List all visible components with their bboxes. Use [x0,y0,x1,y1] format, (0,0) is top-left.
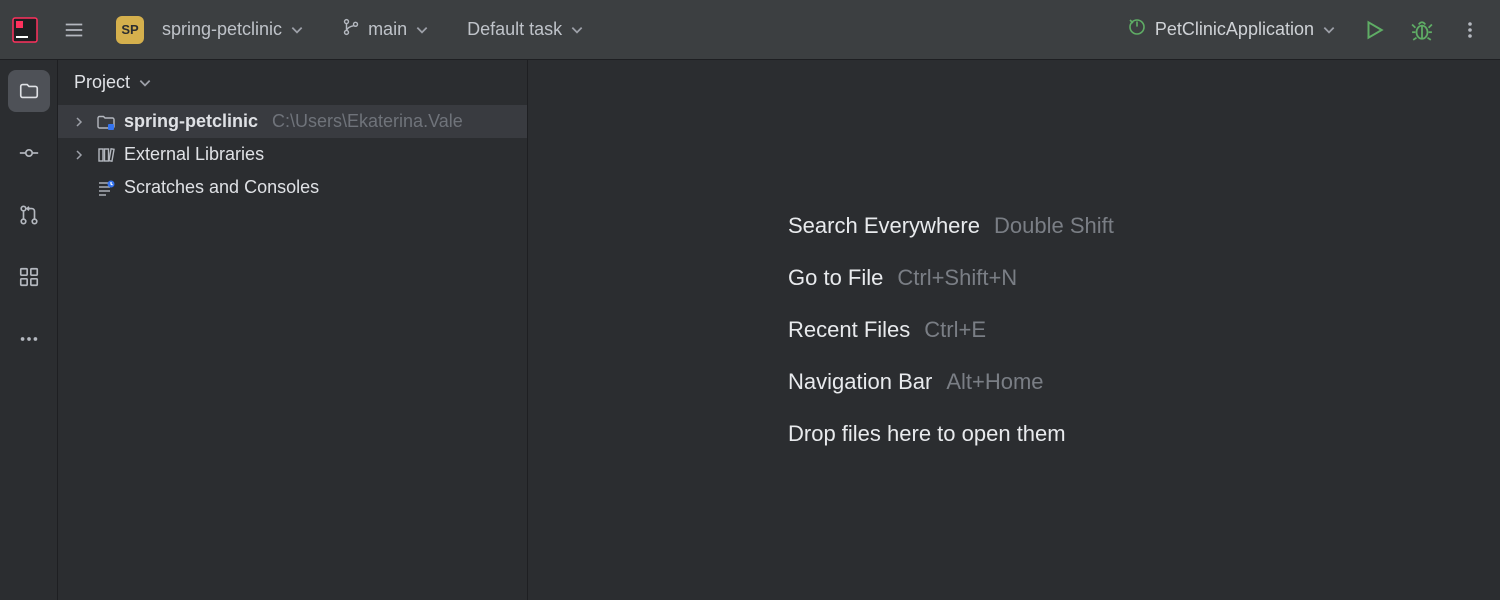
run-button[interactable] [1354,10,1394,50]
project-name-label: spring-petclinic [162,19,282,40]
commit-tool-button[interactable] [8,132,50,174]
left-tool-strip [0,60,58,600]
structure-tool-button[interactable] [8,256,50,298]
panel-title: Project [74,72,130,93]
empty-editor-area[interactable]: Search Everywhere Double Shift Go to Fil… [528,60,1500,600]
chevron-down-icon [415,23,429,37]
chevron-down-icon [138,76,152,90]
folder-module-icon [96,112,116,132]
tip-action: Drop files here to open them [788,421,1066,447]
tip-shortcut: Alt+Home [946,369,1043,395]
tree-row-external-libraries[interactable]: External Libraries [58,138,527,171]
project-tool-button[interactable] [8,70,50,112]
scratches-icon [96,178,116,198]
tree-path: C:\Users\Ekaterina.Vale [272,111,463,132]
tree-row-scratches[interactable]: Scratches and Consoles [58,171,527,204]
pull-requests-tool-button[interactable] [8,194,50,236]
tip-shortcut: Ctrl+Shift+N [897,265,1017,291]
tip-go-to-file[interactable]: Go to File Ctrl+Shift+N [788,265,1017,291]
debug-button[interactable] [1402,10,1442,50]
tip-recent-files[interactable]: Recent Files Ctrl+E [788,317,986,343]
task-selector[interactable]: Default task [457,13,594,46]
tree-label: spring-petclinic [124,111,258,132]
chevron-down-icon [290,23,304,37]
project-panel-header[interactable]: Project [58,60,527,105]
more-tools-button[interactable] [8,318,50,360]
chevron-right-icon[interactable] [70,149,88,161]
tip-shortcut: Ctrl+E [924,317,986,343]
tree-label: External Libraries [124,144,264,165]
branch-icon [342,18,360,41]
branch-name-label: main [368,19,407,40]
tip-action: Search Everywhere [788,213,980,239]
project-selector[interactable]: spring-petclinic [152,13,314,46]
chevron-right-icon[interactable] [70,116,88,128]
tip-action: Recent Files [788,317,910,343]
library-icon [96,145,116,165]
project-tree: spring-petclinic C:\Users\Ekaterina.Vale… [58,105,527,204]
tip-action: Navigation Bar [788,369,932,395]
project-badge: SP [116,16,144,44]
tip-shortcut: Double Shift [994,213,1114,239]
tip-navigation-bar[interactable]: Navigation Bar Alt+Home [788,369,1044,395]
tree-label: Scratches and Consoles [124,177,319,198]
tip-search-everywhere[interactable]: Search Everywhere Double Shift [788,213,1114,239]
app-logo-icon [10,15,40,45]
tip-action: Go to File [788,265,883,291]
run-config-selector[interactable]: PetClinicApplication [1117,11,1346,48]
run-config-label: PetClinicApplication [1155,19,1314,40]
spring-boot-icon [1127,17,1147,42]
more-actions-button[interactable] [1450,10,1490,50]
main-menu-button[interactable] [54,10,94,50]
tip-drop-files: Drop files here to open them [788,421,1066,447]
chevron-down-icon [1322,23,1336,37]
git-branch-selector[interactable]: main [332,12,439,47]
task-name-label: Default task [467,19,562,40]
top-toolbar: SP spring-petclinic main Default task Pe… [0,0,1500,60]
tree-row-project-root[interactable]: spring-petclinic C:\Users\Ekaterina.Vale [58,105,527,138]
chevron-down-icon [570,23,584,37]
project-panel: Project spring-petclinic C:\Users\Ekater… [58,60,528,600]
